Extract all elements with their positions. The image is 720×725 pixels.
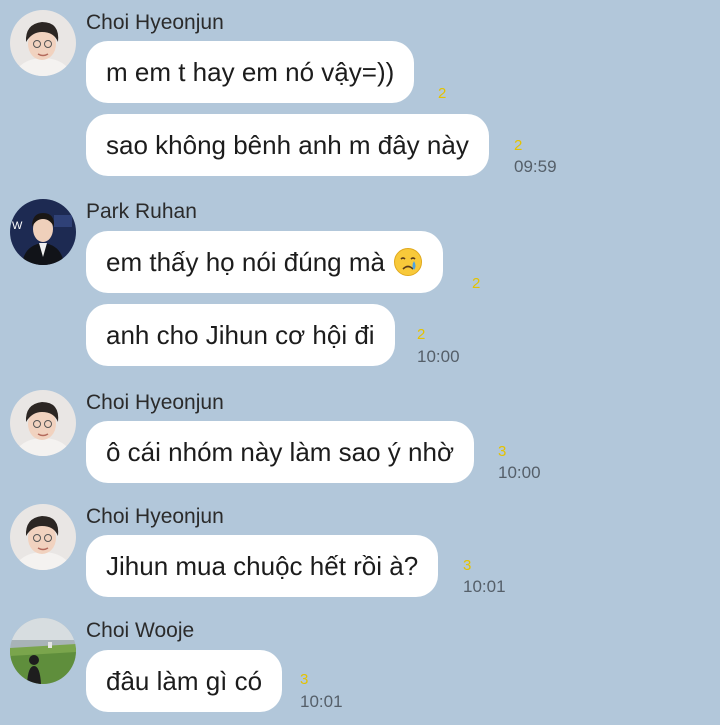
message-bubble[interactable]: ô cái nhóm này làm sao ý nhờ	[86, 421, 475, 483]
message-bubble[interactable]: m em t hay em nó vậy=))	[86, 41, 415, 103]
unread-count: 2	[438, 85, 447, 102]
message-timestamp: 09:59	[514, 157, 557, 176]
message-timestamp: 10:01	[300, 692, 343, 711]
avatar-photo-park-ruhan: W	[10, 199, 76, 265]
message-text: Jihun mua chuộc hết rồi à?	[106, 550, 419, 581]
message-text: sao không bênh anh m đây này	[106, 129, 469, 160]
message-bubble[interactable]: em thấy họ nói đúng mà	[86, 231, 443, 293]
unread-count: 2	[472, 275, 481, 292]
avatar-photo-choi-hyeonjun	[10, 390, 76, 456]
avatar-choi-hyeonjun[interactable]	[10, 390, 76, 456]
message-bubble[interactable]: sao không bênh anh m đây này	[86, 114, 489, 176]
message-bubble[interactable]: Jihun mua chuộc hết rồi à?	[86, 535, 439, 597]
message-text: em thấy họ nói đúng mà	[106, 246, 385, 277]
message-timestamp: 10:00	[498, 463, 541, 482]
avatar-park-ruhan[interactable]: W	[10, 199, 76, 265]
avatar-choi-hyeonjun[interactable]	[10, 10, 76, 76]
avatar-photo-choi-hyeonjun	[10, 10, 76, 76]
avatar-choi-hyeonjun[interactable]	[10, 504, 76, 570]
unread-count: 3	[498, 443, 507, 460]
unread-count: 2	[514, 137, 523, 154]
message-text: anh cho Jihun cơ hội đi	[106, 319, 375, 350]
crying-face-emoji	[393, 248, 422, 276]
unread-count: 3	[463, 557, 472, 574]
avatar-choi-wooje[interactable]	[10, 618, 76, 684]
unread-count: 3	[300, 671, 309, 688]
sender-name: Park Ruhan	[86, 200, 197, 223]
sender-name: Choi Hyeonjun	[86, 391, 224, 414]
sender-name: Choi Hyeonjun	[86, 11, 224, 34]
message-timestamp: 10:00	[417, 347, 460, 366]
message-bubble[interactable]: đâu làm gì có	[86, 650, 283, 712]
message-text: đâu làm gì có	[106, 665, 263, 696]
message-text: ô cái nhóm này làm sao ý nhờ	[106, 436, 455, 467]
message-text: m em t hay em nó vậy=))	[106, 56, 395, 87]
message-bubble[interactable]: anh cho Jihun cơ hội đi	[86, 304, 395, 366]
svg-text:W: W	[12, 220, 23, 232]
chat-message-list[interactable]: Choi Hyeonjun m em t hay em nó vậy=)) 2 …	[0, 0, 720, 725]
sender-name: Choi Hyeonjun	[86, 505, 224, 528]
avatar-photo-choi-wooje	[10, 618, 76, 684]
message-timestamp: 10:01	[463, 577, 506, 596]
sender-name: Choi Wooje	[86, 619, 195, 642]
unread-count: 2	[417, 326, 426, 343]
avatar-photo-choi-hyeonjun	[10, 504, 76, 570]
